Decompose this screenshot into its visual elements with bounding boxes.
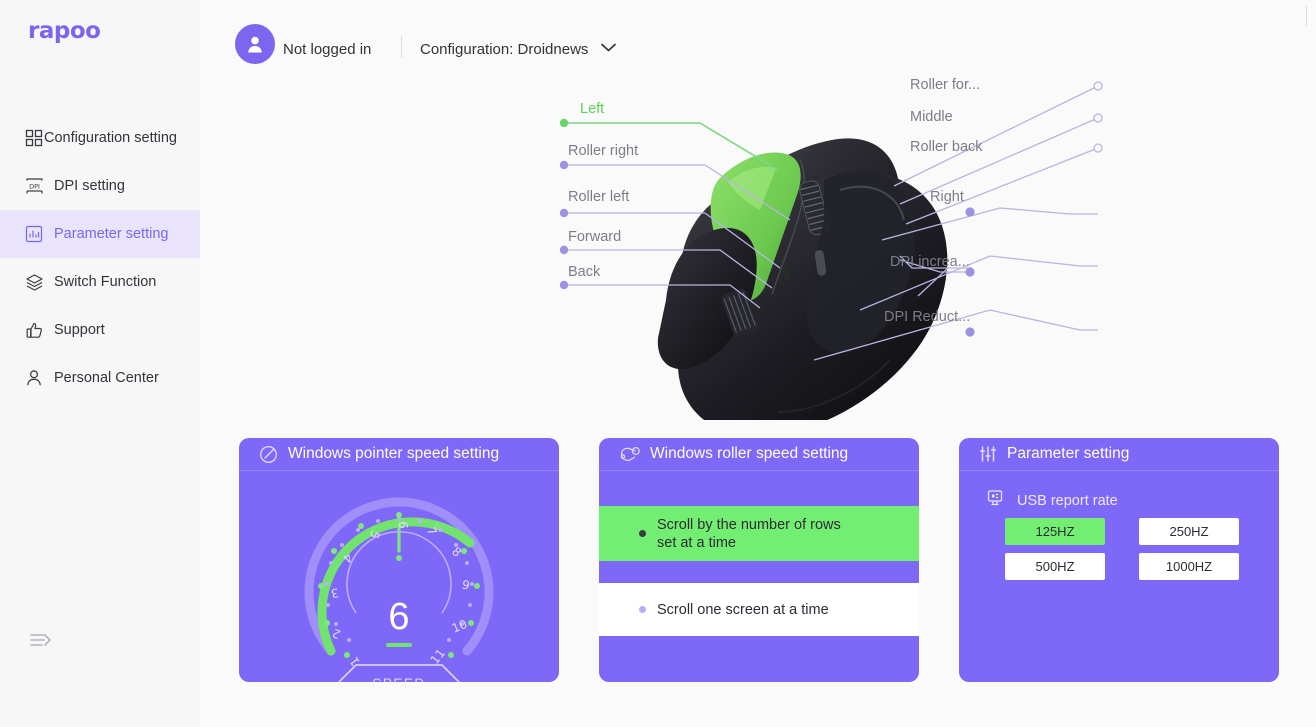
diagram-label-roller-left[interactable]: Roller left (568, 189, 629, 205)
sidebar-item-label: Personal Center (54, 370, 159, 386)
diagram-label-roller-back[interactable]: Roller back (910, 139, 983, 155)
sidebar: rapoo Configuration setting DPI DPI sett… (0, 0, 200, 727)
sidebar-nav: Configuration setting DPI DPI setting Pa… (0, 114, 200, 402)
roller-option-label: Scroll by the number of rows set at a ti… (657, 516, 841, 551)
topbar-divider-right (1306, 6, 1307, 26)
sidebar-item-support[interactable]: Support (0, 306, 200, 354)
svg-text:11: 11 (428, 646, 448, 667)
mouse-diagram: rapoo Left Roller right Roller left Forw… (200, 60, 1316, 420)
sidebar-item-label: DPI setting (54, 178, 125, 194)
grid-icon (24, 128, 44, 148)
roller-speed-icon (619, 445, 640, 464)
sidebar-item-label: Configuration setting (44, 130, 177, 146)
roller-option-screen[interactable]: Scroll one screen at a time (599, 583, 919, 636)
radio-unselected-icon (639, 606, 646, 613)
usb-rate-options: 125HZ 250HZ 500HZ 1000HZ (1005, 518, 1239, 580)
sidebar-item-label: Parameter setting (54, 226, 169, 242)
rapoo-logo: rapoo (28, 18, 101, 44)
rate-option-125hz[interactable]: 125HZ (1005, 518, 1105, 545)
configuration-label: Configuration: Droidnews (420, 40, 589, 58)
svg-text:DPI: DPI (29, 182, 40, 190)
card-title: Parameter setting (1007, 445, 1130, 462)
pointer-speed-icon (259, 445, 278, 464)
pointer-speed-value: 6 (388, 596, 410, 638)
usb-report-rate-section: USB report rate (985, 488, 1118, 513)
usb-icon (985, 488, 1005, 513)
card-header: Parameter setting (959, 438, 1279, 471)
dpi-icon: DPI (24, 176, 44, 196)
avatar[interactable] (235, 24, 275, 64)
person-icon (24, 368, 44, 388)
rate-option-250hz[interactable]: 250HZ (1139, 518, 1239, 545)
configuration-dropdown[interactable]: Configuration: Droidnews (420, 40, 617, 58)
sidebar-item-parameter-setting[interactable]: Parameter setting (0, 210, 200, 258)
chevron-down-icon (600, 40, 617, 58)
value-underline (386, 643, 412, 647)
mouse-illustration: rapoo (559, 81, 1103, 420)
diagram-label-middle[interactable]: Middle (910, 109, 953, 125)
app-window: rapoo Configuration setting DPI DPI sett… (0, 0, 1316, 727)
card-header: Windows roller speed setting (599, 438, 919, 471)
collapse-sidebar-icon[interactable] (28, 628, 54, 654)
rate-option-1000hz[interactable]: 1000HZ (1139, 553, 1239, 580)
svg-text:9: 9 (461, 577, 471, 592)
parameter-setting-card: Parameter setting USB report rate 125HZ … (959, 438, 1279, 682)
diagram-label-roller-forward[interactable]: Roller for... (910, 77, 980, 93)
diagram-label-dpi-increase[interactable]: DPI increa... (890, 254, 970, 270)
roller-speed-card: Windows roller speed setting Scroll by t… (599, 438, 919, 682)
roller-option-label: Scroll one screen at a time (657, 601, 829, 618)
sidebar-item-personal-center[interactable]: Personal Center (0, 354, 200, 402)
diagram-label-roller-right[interactable]: Roller right (568, 143, 638, 159)
svg-text:6: 6 (396, 521, 410, 529)
sidebar-item-label: Support (54, 322, 105, 338)
topbar-divider (401, 36, 402, 58)
sidebar-item-configuration-setting[interactable]: Configuration setting (0, 114, 200, 162)
login-status-label: Not logged in (283, 41, 372, 58)
radio-selected-icon (639, 530, 646, 537)
diagram-label-left[interactable]: Left (580, 101, 604, 117)
card-header: Windows pointer speed setting (239, 438, 559, 471)
pointer-speed-card: Windows pointer speed setting 1 2 3 4 5 … (239, 438, 559, 682)
sidebar-item-dpi-setting[interactable]: DPI DPI setting (0, 162, 200, 210)
card-title: Windows pointer speed setting (288, 445, 500, 462)
sliders-icon (979, 445, 997, 463)
layers-icon (24, 272, 44, 292)
diagram-label-back[interactable]: Back (568, 264, 600, 280)
chart-bars-icon (24, 224, 44, 244)
diagram-label-right[interactable]: Right (930, 189, 964, 205)
gauge-unit-label: SPEED (239, 676, 559, 682)
sidebar-item-label: Switch Function (54, 274, 157, 290)
sidebar-item-switch-function[interactable]: Switch Function (0, 258, 200, 306)
diagram-label-forward[interactable]: Forward (568, 229, 621, 245)
rate-option-500hz[interactable]: 500HZ (1005, 553, 1105, 580)
diagram-label-dpi-reduction[interactable]: DPI Reduct... (884, 309, 970, 325)
usb-report-rate-label: USB report rate (1017, 492, 1118, 509)
pointer-speed-gauge[interactable]: 1 2 3 4 5 6 7 8 9 10 11 6 SPEED (239, 471, 559, 682)
roller-option-rows[interactable]: Scroll by the number of rows set at a ti… (599, 506, 919, 561)
gauge-dial: 1 2 3 4 5 6 7 8 9 10 11 (304, 497, 494, 682)
card-title: Windows roller speed setting (650, 445, 849, 462)
thumbs-up-icon (24, 320, 44, 340)
